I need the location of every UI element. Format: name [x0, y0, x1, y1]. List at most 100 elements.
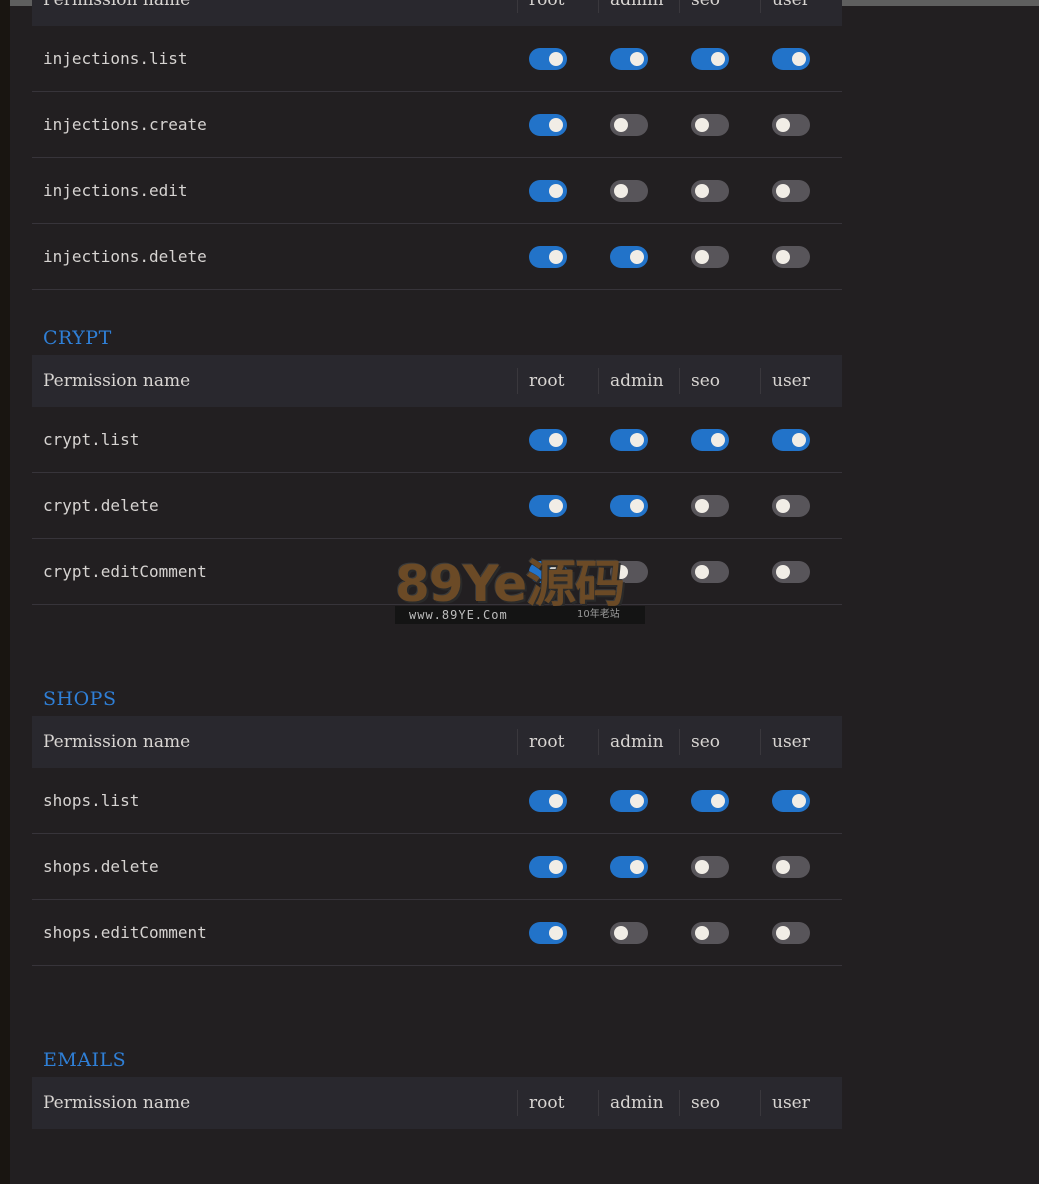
permission-name: injections.delete — [43, 247, 207, 266]
toggle-knob — [776, 860, 790, 874]
column-header-seo: seo — [679, 729, 760, 755]
toggle-knob — [776, 184, 790, 198]
toggle-seo[interactable] — [691, 561, 729, 583]
column-header-admin: admin — [598, 368, 679, 394]
table-row: crypt.list — [32, 407, 842, 473]
toggle-knob — [549, 926, 563, 940]
permission-name: shops.delete — [43, 857, 159, 876]
toggle-admin[interactable] — [610, 48, 648, 70]
toggle-admin[interactable] — [610, 429, 648, 451]
toggle-knob — [614, 926, 628, 940]
permission-table: Permission name root admin seo user shops.lis… — [32, 716, 842, 966]
toggle-knob — [630, 499, 644, 513]
toggle-root[interactable] — [529, 561, 567, 583]
toggle-admin[interactable] — [610, 180, 648, 202]
column-header-admin: admin — [598, 0, 679, 13]
column-header-permission-name: Permission name — [43, 1093, 191, 1113]
column-header-seo: seo — [679, 0, 760, 13]
toggle-user[interactable] — [772, 856, 810, 878]
toggle-user[interactable] — [772, 429, 810, 451]
table-row: injections.list — [32, 26, 842, 92]
toggle-knob — [549, 250, 563, 264]
table-row: injections.create — [32, 92, 842, 158]
toggle-user[interactable] — [772, 561, 810, 583]
toggle-root[interactable] — [529, 429, 567, 451]
column-header-seo: seo — [679, 368, 760, 394]
toggle-seo[interactable] — [691, 922, 729, 944]
table-row: crypt.editComment — [32, 539, 842, 605]
toggle-root[interactable] — [529, 495, 567, 517]
toggle-knob — [792, 52, 806, 66]
toggle-user[interactable] — [772, 114, 810, 136]
column-header-root: root — [517, 0, 598, 13]
column-header-root: root — [517, 368, 598, 394]
toggle-knob — [711, 433, 725, 447]
permission-table: Permission name root admin seo user injection… — [32, 0, 842, 290]
toggle-user[interactable] — [772, 790, 810, 812]
column-header-user: user — [760, 368, 841, 394]
toggle-admin[interactable] — [610, 495, 648, 517]
toggle-seo[interactable] — [691, 114, 729, 136]
toggle-seo[interactable] — [691, 495, 729, 517]
toggle-user[interactable] — [772, 180, 810, 202]
toggle-seo[interactable] — [691, 246, 729, 268]
toggle-knob — [695, 499, 709, 513]
table-row: injections.delete — [32, 224, 842, 290]
permission-name: shops.list — [43, 791, 140, 810]
toggle-root[interactable] — [529, 790, 567, 812]
watermark-tag: 10年老站 — [577, 609, 620, 620]
toggle-knob — [695, 860, 709, 874]
toggle-admin[interactable] — [610, 246, 648, 268]
toggle-root[interactable] — [529, 246, 567, 268]
toggle-user[interactable] — [772, 495, 810, 517]
section-title: EMAILS — [43, 1049, 127, 1071]
section-title: SHOPS — [43, 688, 117, 710]
toggle-seo[interactable] — [691, 790, 729, 812]
toggle-knob — [630, 794, 644, 808]
toggle-knob — [630, 860, 644, 874]
toggle-knob — [549, 52, 563, 66]
toggle-root[interactable] — [529, 856, 567, 878]
toggle-knob — [630, 52, 644, 66]
table-row: shops.delete — [32, 834, 842, 900]
toggle-knob — [776, 499, 790, 513]
toggle-admin[interactable] — [610, 790, 648, 812]
toggle-knob — [614, 118, 628, 132]
toggle-user[interactable] — [772, 922, 810, 944]
toggle-root[interactable] — [529, 48, 567, 70]
toggle-root[interactable] — [529, 114, 567, 136]
toggle-knob — [695, 926, 709, 940]
column-header-admin: admin — [598, 729, 679, 755]
toggle-knob — [614, 565, 628, 579]
toggle-knob — [630, 250, 644, 264]
table-header: Permission name root admin seo user — [32, 716, 842, 768]
toggle-user[interactable] — [772, 246, 810, 268]
toggle-root[interactable] — [529, 922, 567, 944]
toggle-root[interactable] — [529, 180, 567, 202]
permission-table: Permission name root admin seo user crypt.lis… — [32, 355, 842, 605]
table-row: injections.edit — [32, 158, 842, 224]
toggle-seo[interactable] — [691, 180, 729, 202]
watermark-url-bar: www.89YE.Com 10年老站 — [395, 606, 645, 624]
toggle-admin[interactable] — [610, 114, 648, 136]
toggle-seo[interactable] — [691, 856, 729, 878]
toggle-admin[interactable] — [610, 922, 648, 944]
toggle-knob — [549, 118, 563, 132]
column-header-user: user — [760, 0, 841, 13]
toggle-admin[interactable] — [610, 561, 648, 583]
table-row: shops.list — [32, 768, 842, 834]
toggle-knob — [630, 433, 644, 447]
permission-table: Permission name root admin seo user — [32, 1077, 842, 1129]
toggle-knob — [711, 794, 725, 808]
toggle-knob — [549, 184, 563, 198]
watermark-url: www.89YE.Com — [409, 608, 508, 622]
toggle-user[interactable] — [772, 48, 810, 70]
toggle-knob — [776, 250, 790, 264]
toggle-seo[interactable] — [691, 429, 729, 451]
table-row: crypt.delete — [32, 473, 842, 539]
toggle-knob — [776, 926, 790, 940]
toggle-seo[interactable] — [691, 48, 729, 70]
column-header-permission-name: Permission name — [43, 0, 191, 10]
toggle-admin[interactable] — [610, 856, 648, 878]
permission-name: injections.edit — [43, 181, 188, 200]
